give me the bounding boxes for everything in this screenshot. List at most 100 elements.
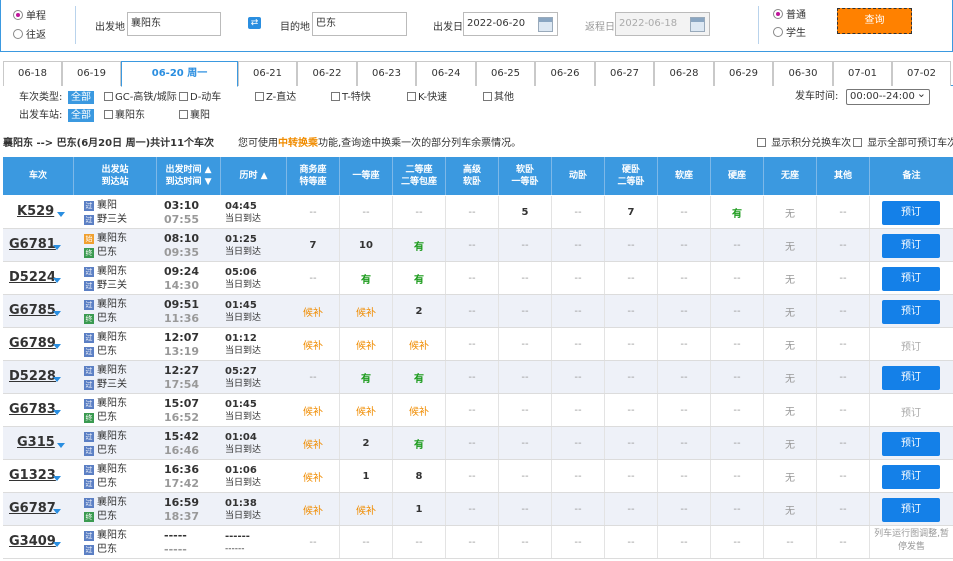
one-way-option[interactable]: 单程 xyxy=(13,7,46,22)
seat-availability[interactable]: 无 xyxy=(764,229,817,261)
seat-availability[interactable]: 候补 xyxy=(393,394,446,426)
from-station[interactable]: 过襄阳东 xyxy=(84,266,127,277)
type-option[interactable]: 其他 xyxy=(483,91,514,104)
chevron-down-icon[interactable] xyxy=(53,542,61,547)
seat-availability[interactable]: 有 xyxy=(711,196,764,228)
to-station[interactable]: 过巴东 xyxy=(84,346,117,357)
date-tab[interactable]: 06-18 xyxy=(3,61,62,86)
station-all-button[interactable]: 全部 xyxy=(68,109,94,122)
station-checkbox[interactable] xyxy=(179,110,188,119)
chevron-down-icon[interactable] xyxy=(53,344,61,349)
type-option[interactable]: D-动车 xyxy=(179,91,221,104)
col-stations[interactable]: 出发站 到达站 xyxy=(74,157,157,195)
book-button[interactable]: 预订 xyxy=(882,432,940,456)
type-checkbox[interactable] xyxy=(331,92,340,101)
calendar-icon[interactable] xyxy=(538,17,553,32)
seat-availability[interactable]: 无 xyxy=(764,361,817,393)
train-number-link[interactable]: D5228 xyxy=(9,369,56,384)
col-time[interactable]: 出发时间 ▲ 到达时间 ▼ xyxy=(157,157,221,195)
from-station[interactable]: 过襄阳东 xyxy=(84,431,127,442)
book-button[interactable]: 预订 xyxy=(882,201,940,225)
date-tab[interactable]: 06-20 周一 xyxy=(121,61,238,87)
station-option[interactable]: 襄阳 xyxy=(179,109,210,122)
from-station[interactable]: 过襄阳东 xyxy=(84,299,127,310)
to-station[interactable]: 终巴东 xyxy=(84,247,117,258)
round-trip-radio[interactable] xyxy=(13,29,23,39)
train-number-link[interactable]: K529 xyxy=(17,204,54,219)
from-station-input[interactable]: 襄阳东 xyxy=(127,12,221,36)
date-tab[interactable]: 06-27 xyxy=(595,61,654,86)
book-button[interactable]: 预订 xyxy=(882,267,940,291)
seat-availability[interactable]: 候补 xyxy=(287,295,340,327)
seat-availability[interactable]: 无 xyxy=(764,262,817,294)
points-option[interactable]: 显示积分兑换车次 xyxy=(757,134,851,149)
seat-availability[interactable]: 有 xyxy=(340,361,393,393)
to-station[interactable]: 过巴东 xyxy=(84,544,117,555)
normal-ticket-option[interactable]: 普通 xyxy=(773,6,806,21)
seat-availability[interactable]: 有 xyxy=(340,262,393,294)
calendar-icon[interactable] xyxy=(690,17,705,32)
seat-availability[interactable]: 有 xyxy=(393,262,446,294)
to-station[interactable]: 过巴东 xyxy=(84,445,117,456)
seat-availability[interactable]: 2 xyxy=(340,427,393,459)
seat-availability[interactable]: 候补 xyxy=(340,295,393,327)
date-tab[interactable]: 06-26 xyxy=(535,61,595,86)
from-station[interactable]: 过襄阳东 xyxy=(84,464,127,475)
seat-availability[interactable]: 无 xyxy=(764,196,817,228)
to-station-input[interactable]: 巴东 xyxy=(312,12,407,36)
date-tab[interactable]: 07-01 xyxy=(833,61,892,86)
date-tab[interactable]: 06-24 xyxy=(416,61,476,86)
train-number-link[interactable]: G3409 xyxy=(9,534,56,549)
to-station[interactable]: 过野三关 xyxy=(84,280,127,291)
book-button[interactable]: 预订 xyxy=(882,498,940,522)
seat-availability[interactable]: 有 xyxy=(393,361,446,393)
seat-availability[interactable]: 10 xyxy=(340,229,393,261)
query-button[interactable]: 查询 xyxy=(837,8,912,34)
station-option[interactable]: 襄阳东 xyxy=(104,109,145,122)
date-tab[interactable]: 06-28 xyxy=(654,61,714,86)
chevron-down-icon[interactable] xyxy=(53,311,61,316)
seat-availability[interactable]: 有 xyxy=(393,427,446,459)
chevron-down-icon[interactable] xyxy=(53,278,61,283)
date-tab[interactable]: 06-21 xyxy=(238,61,297,86)
depart-time-select[interactable]: 00:00--24:00 xyxy=(846,87,930,105)
chevron-down-icon[interactable] xyxy=(53,245,61,250)
book-button[interactable]: 预订 xyxy=(882,300,940,324)
train-number-link[interactable]: G6783 xyxy=(9,402,56,417)
seat-availability[interactable]: 候补 xyxy=(287,460,340,492)
seat-availability[interactable]: 无 xyxy=(764,394,817,426)
student-radio[interactable] xyxy=(773,27,783,37)
type-option[interactable]: Z-直达 xyxy=(255,91,296,104)
to-station[interactable]: 终巴东 xyxy=(84,412,117,423)
date-tab[interactable]: 06-23 xyxy=(357,61,416,86)
station-checkbox[interactable] xyxy=(104,110,113,119)
seat-availability[interactable]: 无 xyxy=(764,493,817,525)
seat-availability[interactable]: 候补 xyxy=(393,328,446,360)
chevron-down-icon[interactable] xyxy=(57,443,65,448)
train-number-link[interactable]: D5224 xyxy=(9,270,56,285)
chevron-down-icon[interactable] xyxy=(53,476,61,481)
to-station[interactable]: 过野三关 xyxy=(84,379,127,390)
points-checkbox[interactable] xyxy=(757,138,766,147)
round-trip-option[interactable]: 往返 xyxy=(13,26,46,41)
seat-availability[interactable]: 候补 xyxy=(340,493,393,525)
to-station[interactable]: 过巴东 xyxy=(84,478,117,489)
seat-availability[interactable]: 1 xyxy=(393,493,446,525)
type-option[interactable]: GC-高铁/城际 xyxy=(104,91,177,104)
seat-availability[interactable]: 7 xyxy=(605,196,658,228)
from-station[interactable]: 过襄阳东 xyxy=(84,398,127,409)
seat-availability[interactable]: 1 xyxy=(340,460,393,492)
type-option[interactable]: T-特快 xyxy=(331,91,371,104)
from-station[interactable]: 过襄阳东 xyxy=(84,530,127,541)
bookable-checkbox[interactable] xyxy=(853,138,862,147)
from-station[interactable]: 过襄阳东 xyxy=(84,332,127,343)
from-station[interactable]: 过襄阳东 xyxy=(84,365,127,376)
type-checkbox[interactable] xyxy=(179,92,188,101)
date-tab[interactable]: 06-30 xyxy=(773,61,833,86)
seat-availability[interactable]: 无 xyxy=(764,328,817,360)
train-number-link[interactable]: G6785 xyxy=(9,303,56,318)
chevron-down-icon[interactable] xyxy=(53,377,61,382)
seat-availability[interactable]: 候补 xyxy=(287,493,340,525)
chevron-down-icon[interactable] xyxy=(53,509,61,514)
seat-availability[interactable]: 候补 xyxy=(340,394,393,426)
